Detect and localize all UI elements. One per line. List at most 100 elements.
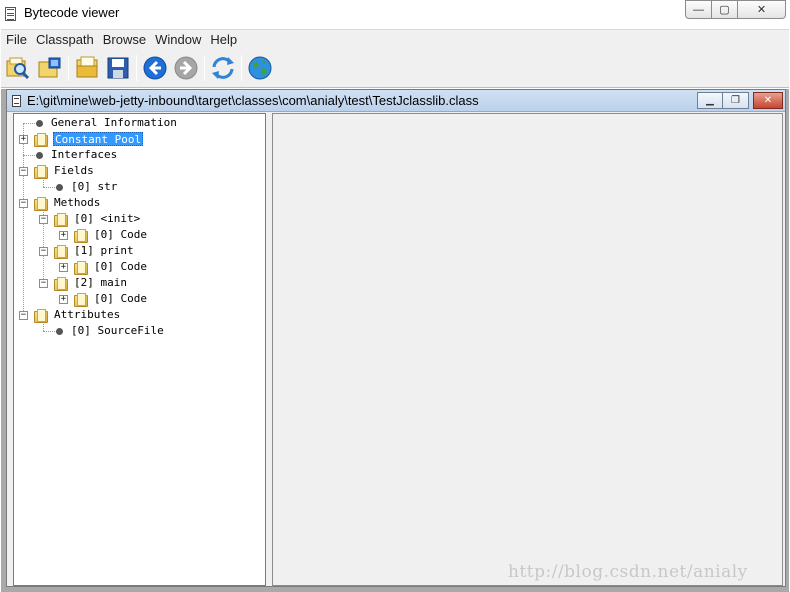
maximize-button[interactable]: ▢ <box>712 0 738 19</box>
menu-bar: File Classpath Browse Window Help <box>1 29 789 49</box>
tree-item-general-information[interactable]: General Information <box>36 115 178 131</box>
tree-item-label: [0] Code <box>94 260 147 273</box>
leaf-icon <box>36 119 43 127</box>
watermark: http://blog.csdn.net/anialy <box>508 562 748 582</box>
forward-button[interactable] <box>172 54 200 82</box>
expand-icon[interactable]: + <box>19 135 28 144</box>
menu-window[interactable]: Window <box>150 32 205 47</box>
folder-icon <box>53 212 68 227</box>
folder-icon <box>33 196 48 211</box>
folder-icon <box>73 260 88 275</box>
tree-item-method-main[interactable]: [2] main <box>53 275 128 291</box>
class-file-window: E:\git\mine\web-jetty-inbound\target\cla… <box>6 89 786 587</box>
tree-item-constant-pool[interactable]: Constant Pool <box>33 131 144 147</box>
class-file-icon <box>12 95 21 107</box>
expand-icon[interactable]: + <box>59 263 68 272</box>
menu-classpath[interactable]: Classpath <box>31 32 98 47</box>
mdi-desktop: E:\git\mine\web-jetty-inbound\target\cla… <box>1 89 789 592</box>
tree-item-label: Attributes <box>54 308 121 321</box>
tree-item-code[interactable]: [0] Code <box>73 259 148 275</box>
folder-icon <box>73 292 88 307</box>
minimize-button[interactable]: — <box>685 0 712 19</box>
tree-item-label: General Information <box>51 116 177 129</box>
tree-item-label: [0] Code <box>94 228 147 241</box>
tree-item-methods[interactable]: Methods <box>33 195 101 211</box>
expand-icon[interactable]: + <box>59 231 68 240</box>
forward-icon <box>174 56 198 80</box>
collapse-icon[interactable]: − <box>19 167 28 176</box>
inner-minimize-button[interactable]: ▁ <box>697 92 723 109</box>
web-button[interactable] <box>246 54 274 82</box>
open-folder-button[interactable] <box>73 54 101 82</box>
app-icon <box>5 7 16 21</box>
folder-icon <box>73 228 88 243</box>
maximize-icon: ▢ <box>719 4 730 16</box>
collapse-icon[interactable]: − <box>39 247 48 256</box>
minimize-icon: — <box>693 3 704 16</box>
tree-item-label: [0] Code <box>94 292 147 305</box>
tree-item-label: [0] SourceFile <box>71 324 164 337</box>
restore-icon: ❐ <box>731 95 740 106</box>
folder-icon <box>33 308 48 323</box>
save-button[interactable] <box>104 54 132 82</box>
class-file-title-bar: E:\git\mine\web-jetty-inbound\target\cla… <box>7 90 785 112</box>
tree-item-sourcefile[interactable]: [0] SourceFile <box>56 323 165 339</box>
tree-item-fields[interactable]: Fields <box>33 163 95 179</box>
tree-item-label: [1] print <box>74 244 134 257</box>
tree-item-code[interactable]: [0] Code <box>73 227 148 243</box>
open-class-icon <box>6 57 30 80</box>
inner-restore-button[interactable]: ❐ <box>723 92 749 109</box>
tree-item-method-init[interactable]: [0] <init> <box>53 211 141 227</box>
tree-item-code[interactable]: [0] Code <box>73 291 148 307</box>
inner-window-controls: ▁ ❐ ✕ <box>697 92 783 109</box>
open-class-button[interactable] <box>4 54 32 82</box>
tree-item-label: Constant Pool <box>53 132 144 146</box>
tree-item-label: Methods <box>54 196 101 209</box>
back-button[interactable] <box>141 54 169 82</box>
reload-button[interactable] <box>209 54 237 82</box>
open-classpath-button[interactable] <box>36 54 64 82</box>
collapse-icon[interactable]: − <box>19 199 28 208</box>
tree-item-field-str[interactable]: [0] str <box>56 179 118 195</box>
inner-close-button[interactable]: ✕ <box>753 92 783 109</box>
minimize-icon: ▁ <box>706 95 714 106</box>
toolbar-separator <box>136 55 137 81</box>
tree-item-label: Interfaces <box>51 148 118 161</box>
close-icon: ✕ <box>756 4 767 16</box>
tree-item-label: [2] main <box>74 276 127 289</box>
collapse-icon[interactable]: − <box>39 279 48 288</box>
leaf-icon <box>56 327 63 335</box>
toolbar-separator <box>68 55 69 81</box>
open-folder-icon <box>76 56 98 78</box>
close-button[interactable]: ✕ <box>738 0 786 19</box>
tree-connector <box>43 187 57 188</box>
tree-item-interfaces[interactable]: Interfaces <box>36 147 118 163</box>
save-icon <box>107 57 129 79</box>
menu-file[interactable]: File <box>1 32 31 47</box>
tree-item-label: Fields <box>54 164 94 177</box>
back-icon <box>143 56 167 80</box>
menu-browse[interactable]: Browse <box>98 32 150 47</box>
tree-item-label: [0] str <box>71 180 118 193</box>
collapse-icon[interactable]: − <box>39 215 48 224</box>
folder-icon <box>33 164 48 179</box>
tree-connector <box>43 331 57 332</box>
collapse-icon[interactable]: − <box>19 311 28 320</box>
menu-help[interactable]: Help <box>205 32 241 47</box>
title-bar: Bytecode viewer — ▢ ✕ <box>0 0 790 28</box>
class-file-path: E:\git\mine\web-jetty-inbound\target\cla… <box>27 93 479 108</box>
toolbar <box>1 49 789 88</box>
folder-icon <box>53 276 68 291</box>
tree-connector <box>23 123 24 315</box>
expand-icon[interactable]: + <box>59 295 68 304</box>
window-controls: — ▢ ✕ <box>685 0 786 19</box>
web-icon <box>248 56 272 80</box>
structure-tree[interactable]: General Information + Constant Pool Inte… <box>13 113 266 586</box>
folder-icon <box>33 132 48 147</box>
tree-item-attributes[interactable]: Attributes <box>33 307 121 323</box>
tree-item-label: [0] <init> <box>74 212 141 225</box>
detail-pane <box>272 113 783 586</box>
tree-item-method-print[interactable]: [1] print <box>53 243 135 259</box>
app-title: Bytecode viewer <box>24 5 120 20</box>
leaf-icon <box>56 183 63 191</box>
